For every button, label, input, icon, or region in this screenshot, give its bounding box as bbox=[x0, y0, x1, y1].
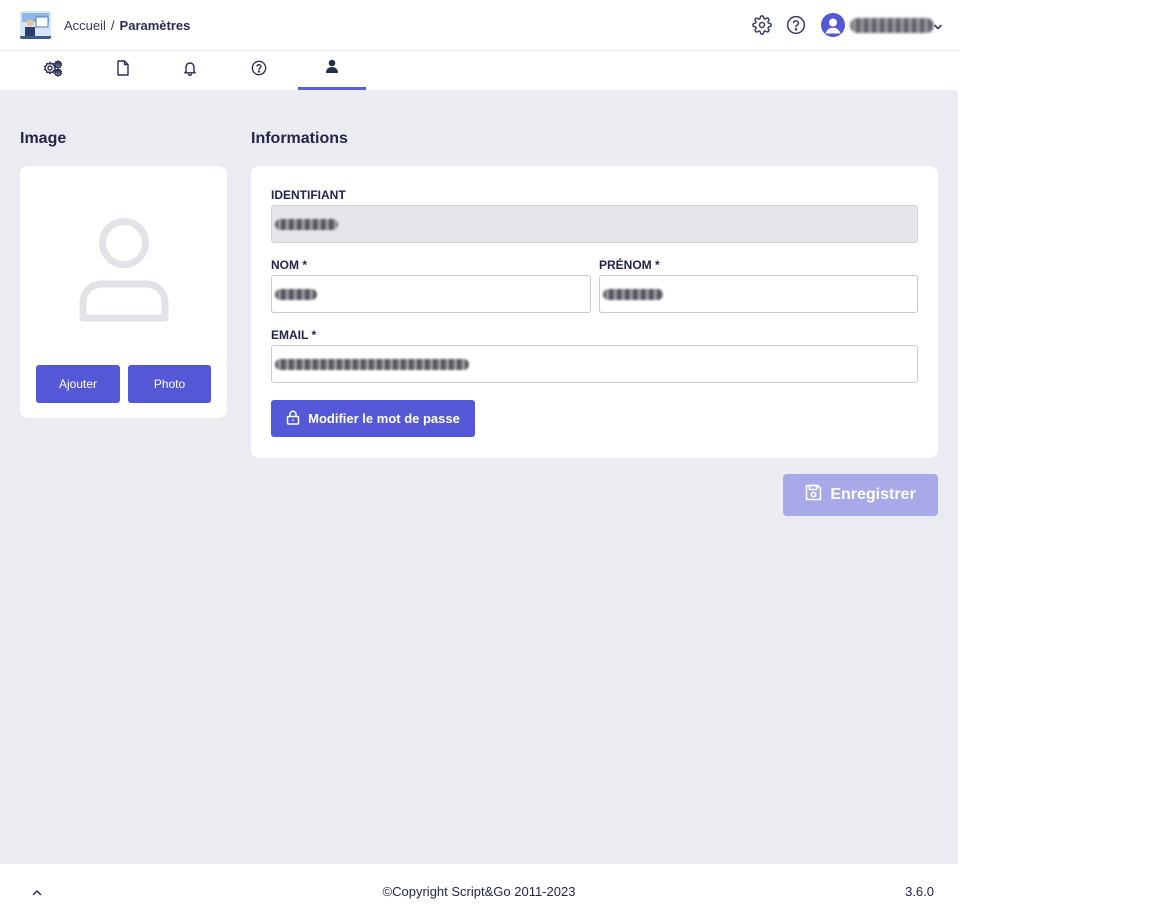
floppy-disk-icon bbox=[805, 484, 822, 506]
gears-icon bbox=[43, 59, 63, 82]
top-header: Accueil / Paramètres bbox=[0, 0, 958, 51]
tab-notifications[interactable] bbox=[156, 51, 224, 90]
tab-documents[interactable] bbox=[89, 51, 157, 90]
footer: ©Copyright Script&Go 2011-2023 3.6.0 bbox=[0, 864, 958, 918]
redacted-value bbox=[275, 219, 338, 230]
prenom-label: PRÉNOM * bbox=[599, 258, 660, 272]
email-field[interactable] bbox=[271, 345, 918, 383]
breadcrumb-current: Paramètres bbox=[119, 18, 191, 33]
redacted-value bbox=[603, 289, 663, 300]
identifiant-field bbox=[271, 205, 918, 243]
app-logo[interactable] bbox=[20, 11, 51, 39]
informations-card: IDENTIFIANT NOM * PRÉNOM * EMAIL * Modif… bbox=[251, 166, 938, 458]
breadcrumb-separator: / bbox=[110, 18, 115, 33]
nom-field[interactable] bbox=[271, 275, 591, 313]
nom-label: NOM * bbox=[271, 258, 307, 272]
user-name-redacted[interactable] bbox=[850, 18, 934, 33]
prenom-field[interactable] bbox=[599, 275, 918, 313]
breadcrumb-home-link[interactable]: Accueil bbox=[64, 18, 106, 33]
lock-icon bbox=[286, 410, 300, 428]
breadcrumb: Accueil / Paramètres bbox=[64, 18, 190, 33]
image-card: Ajouter Photo bbox=[20, 166, 227, 418]
gear-icon[interactable] bbox=[752, 15, 772, 35]
bell-icon bbox=[182, 60, 198, 81]
document-icon bbox=[116, 60, 130, 81]
user-icon bbox=[325, 59, 339, 79]
help-circle-icon[interactable] bbox=[786, 15, 806, 35]
tab-help[interactable] bbox=[225, 51, 293, 90]
redacted-value bbox=[275, 289, 317, 300]
save-button[interactable]: Enregistrer bbox=[783, 474, 938, 516]
main-content: Image Ajouter Photo Informations IDENTIF… bbox=[0, 90, 958, 864]
user-outline-icon bbox=[78, 218, 170, 327]
take-photo-button[interactable]: Photo bbox=[128, 365, 211, 403]
tab-profile[interactable] bbox=[298, 51, 366, 90]
save-label: Enregistrer bbox=[830, 486, 916, 503]
redacted-value bbox=[275, 359, 469, 370]
version-text: 3.6.0 bbox=[905, 884, 934, 899]
add-image-button[interactable]: Ajouter bbox=[36, 365, 120, 403]
informations-section-title: Informations bbox=[251, 130, 348, 147]
identifiant-label: IDENTIFIANT bbox=[271, 188, 346, 202]
user-avatar-icon[interactable] bbox=[821, 13, 845, 37]
app-window: Accueil / Paramètres Image Ajouter Photo… bbox=[0, 0, 958, 918]
settings-tabs bbox=[0, 51, 958, 90]
change-password-label: Modifier le mot de passe bbox=[308, 411, 460, 426]
help-circle-icon bbox=[251, 60, 267, 81]
image-section-title: Image bbox=[20, 130, 67, 147]
copyright-text: ©Copyright Script&Go 2011-2023 bbox=[382, 884, 576, 899]
chevron-down-icon[interactable] bbox=[933, 19, 943, 30]
tab-gears[interactable] bbox=[19, 51, 87, 90]
change-password-button[interactable]: Modifier le mot de passe bbox=[271, 400, 475, 437]
email-label: EMAIL * bbox=[271, 328, 317, 342]
